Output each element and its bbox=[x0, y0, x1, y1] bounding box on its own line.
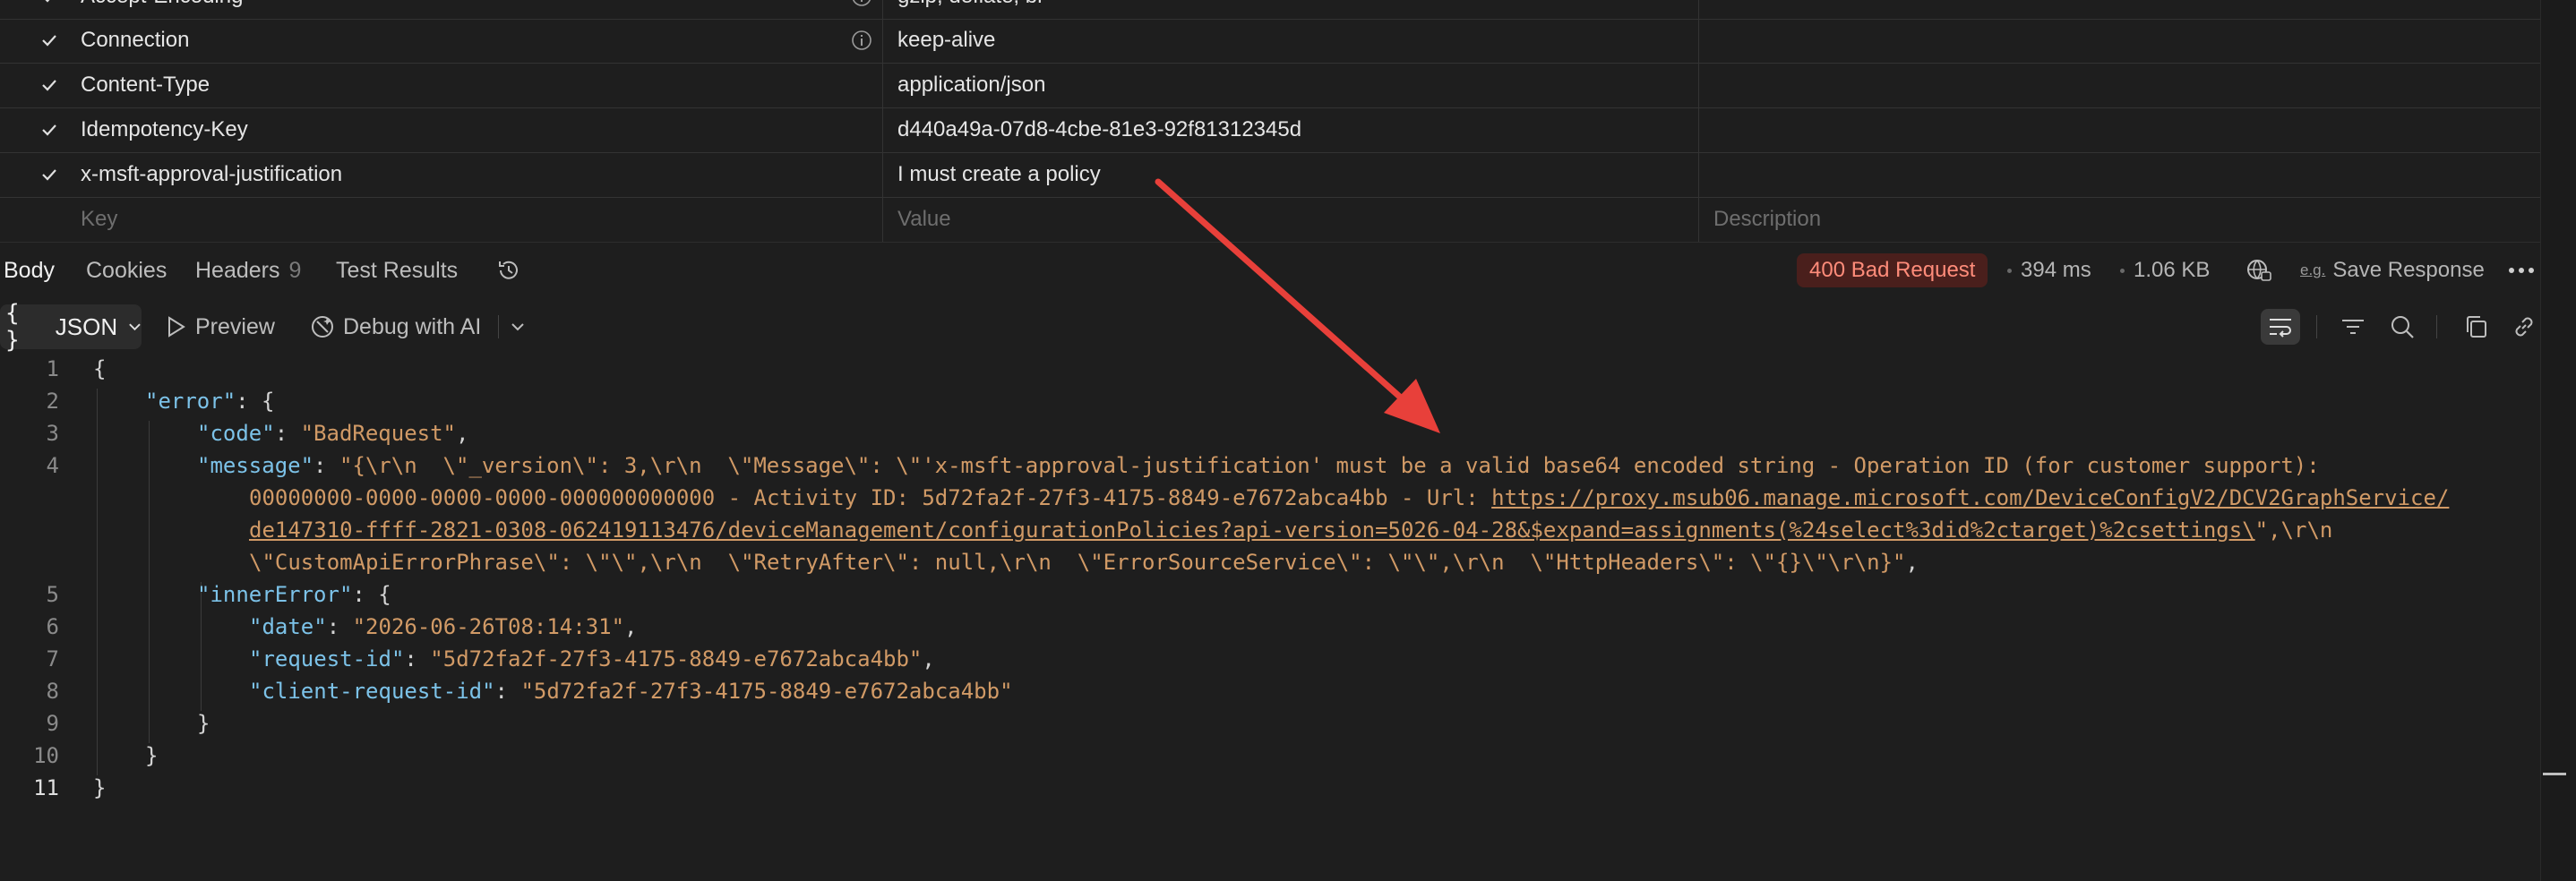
code-line-wrapped: \"CustomApiErrorPhrase\": \"\",\r\n \"Re… bbox=[249, 550, 1919, 575]
table-row: Connection keep-alive bbox=[0, 18, 2541, 64]
enable-checkbox[interactable] bbox=[36, 0, 63, 19]
tab-headers-label: Headers bbox=[195, 257, 280, 283]
header-value[interactable]: keep-alive bbox=[897, 18, 1686, 63]
tab-cookies[interactable]: Cookies bbox=[86, 248, 167, 293]
code-line: } bbox=[93, 775, 107, 800]
debug-label: Debug with AI bbox=[343, 313, 482, 339]
new-key-input[interactable]: Key bbox=[81, 197, 869, 242]
code-line: "message": "{\r\n \"_version\": 3,\r\n \… bbox=[197, 453, 2320, 478]
header-value[interactable]: d440a49a-07d8-4cbe-81e3-92f81312345d bbox=[897, 107, 1686, 152]
new-description-input[interactable]: Description bbox=[1713, 197, 2502, 242]
link-icon[interactable] bbox=[2508, 309, 2540, 345]
code-line: { bbox=[93, 356, 107, 381]
chevron-down-icon bbox=[129, 323, 141, 331]
tab-headers[interactable]: Headers 9 bbox=[195, 248, 301, 293]
headers-count-badge: 9 bbox=[288, 257, 302, 283]
save-response-button[interactable]: e.g. Save Response bbox=[2300, 248, 2485, 293]
status-badge: 400 Bad Request bbox=[1797, 253, 1988, 287]
header-value[interactable]: gzip, deflate, br bbox=[897, 0, 1686, 19]
line-number: 5 bbox=[46, 582, 59, 607]
code-line: } bbox=[145, 743, 159, 768]
enable-checkbox[interactable] bbox=[36, 18, 63, 63]
header-key[interactable]: Accept-Encoding bbox=[81, 0, 869, 19]
debug-with-ai-button[interactable]: Debug with AI bbox=[309, 304, 481, 349]
code-line: "code": "BadRequest", bbox=[197, 421, 469, 446]
play-icon bbox=[168, 316, 185, 338]
example-icon: e.g. bbox=[2300, 261, 2326, 278]
table-row: Accept-Encoding gzip, deflate, br bbox=[0, 0, 2541, 20]
enable-checkbox[interactable] bbox=[36, 63, 63, 107]
search-icon[interactable] bbox=[2383, 309, 2422, 345]
code-line: "date": "2026-06-26T08:14:31", bbox=[249, 614, 638, 639]
table-row-new: Key Value Description bbox=[0, 197, 2541, 243]
preview-label: Preview bbox=[195, 313, 275, 339]
line-number: 2 bbox=[46, 389, 59, 414]
preview-button[interactable]: Preview bbox=[167, 304, 275, 349]
line-number: 3 bbox=[46, 421, 59, 446]
braces-icon: { } bbox=[5, 300, 20, 354]
chevron-down-icon[interactable] bbox=[502, 309, 534, 345]
response-panel: Accept-Encoding gzip, deflate, br Connec… bbox=[0, 0, 2541, 881]
response-tabs-bar: Body Cookies Headers 9 Test Results 400 B… bbox=[0, 248, 2540, 293]
line-number: 10 bbox=[33, 743, 59, 768]
code-line-wrapped: de147310-ffff-2821-0308-062419113476/dev… bbox=[249, 517, 2333, 543]
header-key[interactable]: x-msft-approval-justification bbox=[81, 152, 869, 197]
header-key[interactable]: Connection bbox=[81, 18, 869, 63]
history-icon[interactable] bbox=[489, 252, 528, 288]
scrollbar[interactable] bbox=[2540, 0, 2576, 881]
response-time: 394 ms bbox=[2021, 258, 2091, 282]
line-number: 4 bbox=[46, 453, 59, 478]
response-toolbar: { } JSON Preview Debug with AI bbox=[0, 300, 2540, 354]
error-url-link-cont[interactable]: de147310-ffff-2821-0308-062419113476/dev… bbox=[249, 517, 2255, 543]
line-number: 6 bbox=[46, 614, 59, 639]
line-number: 8 bbox=[46, 679, 59, 704]
line-number: 7 bbox=[46, 646, 59, 671]
line-number: 9 bbox=[46, 711, 59, 736]
line-number: 1 bbox=[46, 356, 59, 381]
copy-icon[interactable] bbox=[2457, 309, 2496, 345]
table-row: x-msft-approval-justification I must cre… bbox=[0, 152, 2541, 198]
code-line: } bbox=[197, 711, 210, 736]
save-response-label: Save Response bbox=[2332, 258, 2485, 282]
json-response-viewer[interactable]: 1 2 3 4 5 6 7 8 9 10 11 { "error": { "co… bbox=[0, 356, 2540, 804]
info-icon[interactable] bbox=[851, 0, 872, 7]
network-globe-icon[interactable] bbox=[2239, 252, 2279, 288]
info-icon[interactable] bbox=[851, 30, 872, 51]
more-options-icon[interactable] bbox=[2508, 252, 2535, 288]
header-key[interactable]: Content-Type bbox=[81, 63, 869, 107]
line-number: 11 bbox=[33, 775, 59, 800]
format-label: JSON bbox=[55, 312, 118, 340]
filter-icon[interactable] bbox=[2333, 309, 2373, 345]
debug-ai-icon bbox=[312, 316, 333, 338]
new-value-input[interactable]: Value bbox=[897, 197, 1686, 242]
code-line: "innerError": { bbox=[197, 582, 391, 607]
table-row: Idempotency-Key d440a49a-07d8-4cbe-81e3-… bbox=[0, 107, 2541, 153]
format-select[interactable]: { } JSON bbox=[0, 300, 142, 354]
code-line: "error": { bbox=[145, 389, 275, 414]
header-value[interactable]: I must create a policy bbox=[897, 152, 1686, 197]
tab-body[interactable]: Body bbox=[4, 248, 55, 293]
code-line-wrapped: 00000000-0000-0000-0000-000000000000 - A… bbox=[249, 485, 2450, 510]
word-wrap-icon[interactable] bbox=[2261, 309, 2300, 345]
response-size: 1.06 KB bbox=[2134, 258, 2211, 282]
code-line: "client-request-id": "5d72fa2f-27f3-4175… bbox=[249, 679, 1013, 704]
header-value[interactable]: application/json bbox=[897, 63, 1686, 107]
table-row: Content-Type application/json bbox=[0, 63, 2541, 108]
enable-checkbox[interactable] bbox=[36, 107, 63, 152]
tab-test-results[interactable]: Test Results bbox=[336, 248, 458, 293]
enable-checkbox[interactable] bbox=[36, 152, 63, 197]
error-url-link[interactable]: https://proxy.msub06.manage.microsoft.co… bbox=[1491, 485, 2449, 510]
code-line: "request-id": "5d72fa2f-27f3-4175-8849-e… bbox=[249, 646, 935, 671]
header-key[interactable]: Idempotency-Key bbox=[81, 107, 869, 152]
